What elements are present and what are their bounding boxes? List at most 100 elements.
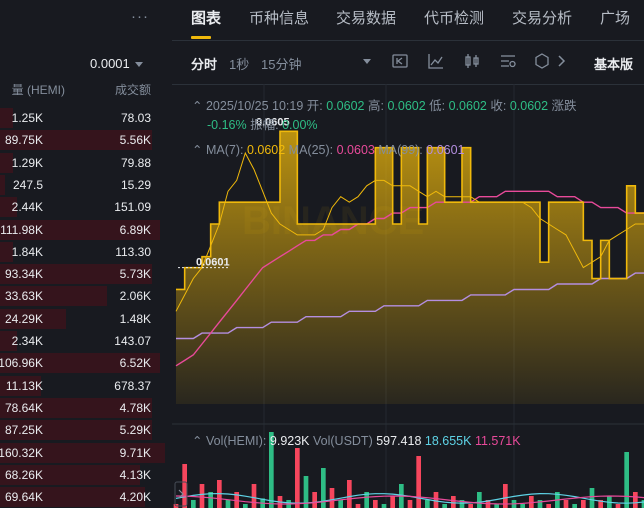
row-amount: 33.63K [4, 289, 43, 304]
row-total: 143.07 [114, 334, 151, 348]
order-book-row[interactable]: 68.26K 4.13K [0, 464, 165, 486]
top-nav: 图表 币种信息 交易数据 代币检测 交易分析 广场 [172, 0, 644, 41]
tab-trade-analysis[interactable]: 交易分析 [512, 7, 572, 28]
volume-bar [416, 456, 422, 508]
volume-bar [468, 504, 474, 508]
order-book-row[interactable]: 93.34K 5.73K [0, 263, 165, 285]
tab-square[interactable]: 广场 [600, 7, 630, 28]
row-total: 15.29 [120, 177, 151, 192]
precision-value: 0.0001 [90, 56, 130, 71]
chart-panel: 图表 币种信息 交易数据 代币检测 交易分析 广场 分时 1秒 15分钟 基本版 [172, 0, 644, 508]
chart-toolbar: 分时 1秒 15分钟 基本版 [172, 40, 644, 85]
order-book-row[interactable]: 247.5 15.29 [0, 174, 165, 196]
order-book-row[interactable]: 89.75K 5.56K [0, 129, 165, 151]
row-amount: 78.64K [4, 400, 43, 415]
ma99-value: 0.0601 [426, 143, 465, 157]
volume-bar [372, 500, 378, 508]
volume-bar [242, 504, 248, 508]
row-total: 79.88 [120, 155, 151, 170]
indicator-icon[interactable] [427, 52, 445, 70]
plot-layer: 0.06010.0605 [175, 116, 644, 404]
amplitude-value: 0.00% [282, 118, 318, 132]
tab-chart[interactable]: 图表 [191, 7, 221, 28]
row-total: 5.56K [119, 133, 151, 148]
hexagon-icon[interactable] [533, 52, 551, 70]
volume-bar [251, 484, 257, 508]
order-book-row[interactable]: 2.44K 151.09 [0, 196, 165, 218]
row-amount: 1.29K [11, 155, 43, 170]
row-total: 5.29K [119, 423, 151, 438]
high-value: 0.0602 [387, 99, 426, 113]
basic-version-button[interactable]: 基本版 [594, 54, 633, 73]
tab-trade-data[interactable]: 交易数据 [336, 7, 396, 28]
volume-bar [450, 496, 456, 508]
amplitude-label: 振幅: [250, 118, 279, 132]
order-book-row[interactable]: 106.96K 6.52K [0, 352, 165, 374]
column-header-amount: 量 (HEMI) [11, 83, 65, 97]
row-amount: 93.34K [4, 267, 43, 282]
row-amount: 24.29K [4, 311, 43, 326]
volume-bar [381, 504, 387, 508]
collapse-icon[interactable]: ⌃ [192, 434, 202, 448]
settings-list-icon[interactable] [499, 52, 517, 70]
order-book-row[interactable]: 33.63K 2.06K [0, 285, 165, 307]
volume-bar [338, 500, 344, 508]
order-book-row[interactable]: 87.25K 5.29K [0, 419, 165, 441]
tab-token-check[interactable]: 代币检测 [424, 7, 484, 28]
volume-bar [632, 492, 638, 508]
volume-bar [225, 500, 231, 508]
depth-bar [0, 174, 5, 195]
row-total: 6.89K [119, 222, 151, 237]
order-book-row[interactable]: 1.25K 78.03 [0, 107, 165, 129]
order-book-row[interactable]: 160.32K 9.71K [0, 442, 165, 464]
volume-bar [294, 448, 300, 508]
change-label: 涨跌 [551, 99, 577, 113]
volume-bar [580, 500, 586, 508]
row-amount: 11.13K [5, 378, 43, 393]
ma25-label: MA(25): [288, 143, 334, 157]
vol-usdt-value: 597.418 [376, 434, 422, 448]
open-value: 0.0602 [326, 99, 365, 113]
precision-select[interactable]: 0.0001 [90, 56, 143, 71]
order-book: ··· 0.0001 量 (HEMI) 成交额 1.25K 78.03 89.75K… [0, 0, 165, 508]
timeframe-1s[interactable]: 1秒 [229, 54, 249, 73]
candlestick-icon[interactable] [463, 52, 481, 70]
more-horizontal-icon[interactable]: ··· [131, 8, 149, 25]
row-total: 4.78K [119, 400, 151, 415]
order-book-row[interactable]: 1.84K 113.30 [0, 241, 165, 263]
price-area [176, 131, 644, 404]
row-total: 678.37 [114, 378, 151, 393]
vol-ma2-value: 11.571K [474, 434, 521, 448]
volume-bar [563, 500, 569, 508]
volume-bar [182, 464, 188, 508]
order-book-row[interactable]: 1.29K 79.88 [0, 152, 165, 174]
row-total: 4.13K [119, 467, 151, 482]
volume-bar [346, 480, 352, 508]
collapse-icon[interactable]: ⌃ [192, 143, 202, 157]
timeframe-15m[interactable]: 15分钟 [261, 54, 301, 73]
low-label: 低: [429, 99, 446, 113]
ma-legend: ⌃ MA(7): 0.0602 MA(25): 0.0603 MA(99): 0… [192, 142, 465, 157]
collapse-icon[interactable]: ⌃ [192, 99, 202, 113]
order-book-row[interactable]: 111.98K 6.89K [0, 219, 165, 241]
row-total: 6.52K [119, 356, 151, 371]
chevron-right-icon[interactable] [552, 52, 570, 70]
vol-usdt-label: Vol(USDT) [313, 434, 373, 448]
open-label: 开: [306, 99, 323, 113]
volume-bar [424, 500, 430, 508]
order-book-row[interactable]: 11.13K 678.37 [0, 375, 165, 397]
order-book-row[interactable]: 78.64K 4.78K [0, 397, 165, 419]
dropdown-caret-icon[interactable] [358, 52, 376, 70]
row-total: 5.73K [119, 267, 151, 282]
order-book-row[interactable]: 69.64K 4.20K [0, 486, 165, 508]
row-amount: 89.75K [4, 133, 43, 148]
order-book-row[interactable]: 24.29K 1.48K [0, 308, 165, 330]
replay-icon[interactable] [391, 52, 409, 70]
vol-ma1-value: 18.655K [424, 434, 472, 448]
chevron-down-icon [134, 62, 143, 68]
row-amount: 2.44K [11, 200, 43, 215]
ma7-label: MA(7): [205, 143, 244, 157]
tab-token-info[interactable]: 币种信息 [249, 7, 309, 28]
order-book-row[interactable]: 2.34K 143.07 [0, 330, 165, 352]
timeframe-time-share[interactable]: 分时 [191, 54, 217, 73]
